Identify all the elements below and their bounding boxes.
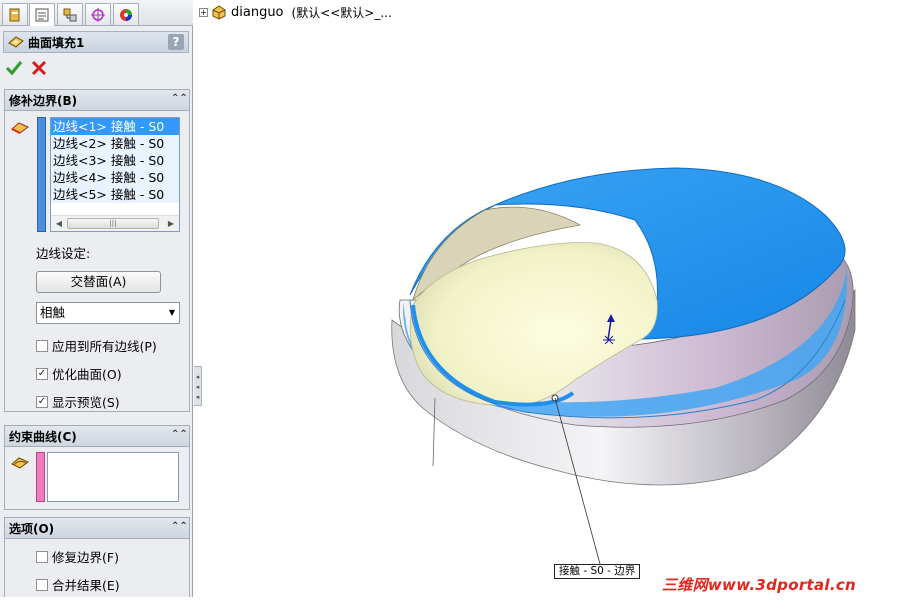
merge-result-label: 合并结果(E) <box>52 578 120 593</box>
fix-boundary-label: 修复边界(F) <box>52 550 119 565</box>
constraint-curves-group: 约束曲线(C) ⌃⌃ <box>4 425 190 510</box>
apply-all-edges-row[interactable]: 应用到所有边线(P) <box>36 336 157 355</box>
help-button[interactable]: ? <box>168 34 184 50</box>
constraint-color-strip <box>36 452 45 502</box>
list-item[interactable]: 边线<1> 接触 - S0 <box>51 118 179 135</box>
dimxpert-tab[interactable] <box>85 3 111 25</box>
apply-all-edges-label: 应用到所有边线(P) <box>52 339 157 354</box>
part-icon <box>212 5 226 20</box>
model-tree-root[interactable]: + dianguo (默认<<默认>_... <box>199 3 392 21</box>
curvature-control-value: 相触 <box>40 305 66 320</box>
fix-boundary-checkbox[interactable] <box>36 550 48 563</box>
optimize-surface-label: 优化曲面(O) <box>52 367 122 382</box>
dropdown-arrow-icon: ▼ <box>168 308 175 317</box>
apply-all-edges-checkbox[interactable] <box>36 339 48 352</box>
configuration-manager-tab[interactable] <box>57 3 83 25</box>
configuration-icon <box>63 8 77 21</box>
feature-manager-tab[interactable] <box>2 3 28 25</box>
edge-selection-icon <box>11 122 29 134</box>
boundary-edge-list[interactable]: 边线<1> 接触 - S0 边线<2> 接触 - S0 边线<3> 接触 - S… <box>50 117 180 232</box>
property-manager-tab[interactable] <box>29 3 55 26</box>
property-sheet-icon <box>35 8 49 22</box>
options-group: 选项(O) ⌃⌃ 修复边界(F) 合并结果(E) <box>4 517 190 597</box>
feature-title-bar: 曲面填充1 ? <box>3 31 189 53</box>
collapse-up-icon[interactable]: ⌃⌃ <box>171 93 188 107</box>
options-title: 选项(O) <box>9 521 55 536</box>
merge-result-checkbox[interactable] <box>36 578 48 591</box>
curve-selection-icon <box>11 457 29 469</box>
collapse-up-icon[interactable]: ⌃⌃ <box>171 429 188 443</box>
list-item[interactable]: 边线<3> 接触 - S0 <box>51 152 179 169</box>
horizontal-scrollbar[interactable]: ◀ ||| ▶ <box>51 215 179 231</box>
scroll-left-icon[interactable]: ◀ <box>52 217 66 231</box>
part-name[interactable]: dianguo <box>231 5 284 20</box>
merge-result-row[interactable]: 合并结果(E) <box>36 575 120 594</box>
list-item[interactable]: 边线<4> 接触 - S0 <box>51 169 179 186</box>
options-header[interactable]: 选项(O) ⌃⌃ <box>5 518 189 539</box>
patch-boundary-group: 修补边界(B) ⌃⌃ 边线<1> 接触 - S0 边线<2> 接触 - S0 边… <box>4 89 190 412</box>
color-wheel-icon <box>120 8 132 21</box>
patch-boundary-header[interactable]: 修补边界(B) ⌃⌃ <box>5 90 189 111</box>
cancel-x-icon[interactable] <box>30 59 48 77</box>
optimize-surface-row[interactable]: ✓ 优化曲面(O) <box>36 364 122 383</box>
list-item[interactable]: 边线<5> 接触 - S0 <box>51 186 179 203</box>
alternate-face-button[interactable]: 交替面(A) <box>36 271 161 293</box>
model-view <box>391 167 856 565</box>
fix-boundary-row[interactable]: 修复边界(F) <box>36 547 119 566</box>
constraint-curve-list[interactable] <box>47 452 179 502</box>
graphics-viewport[interactable]: + dianguo (默认<<默认>_... <box>195 0 908 597</box>
show-preview-row[interactable]: ✓ 显示预览(S) <box>36 392 120 411</box>
watermark-text: 三维网www.3dportal.cn <box>662 576 857 594</box>
configuration-name: (默认<<默认>_... <box>291 5 392 20</box>
contact-callout-label[interactable]: 接触 - S0 - 边界 <box>554 564 641 579</box>
curvature-control-select[interactable]: 相触 ▼ <box>36 302 180 324</box>
manager-tab-bar <box>0 0 193 26</box>
scroll-right-icon[interactable]: ▶ <box>164 217 178 231</box>
feature-title: 曲面填充1 <box>28 35 85 50</box>
crosshair-icon <box>91 7 105 22</box>
ok-check-icon[interactable] <box>5 59 23 77</box>
scroll-thumb[interactable]: ||| <box>67 218 159 229</box>
feature-tree-icon <box>9 8 20 21</box>
property-manager-panel: 曲面填充1 ? 修补边界(B) ⌃⌃ 边线<1> 接触 - S0 边线<2> 接… <box>0 0 193 597</box>
constraint-curves-header[interactable]: 约束曲线(C) ⌃⌃ <box>5 426 189 447</box>
optimize-surface-checkbox[interactable]: ✓ <box>36 367 48 380</box>
contact-color-strip <box>37 117 46 232</box>
list-item[interactable]: 边线<2> 接触 - S0 <box>51 135 179 152</box>
show-preview-label: 显示预览(S) <box>52 395 120 410</box>
edge-setting-label: 边线设定: <box>36 246 91 261</box>
tree-expand-icon[interactable]: + <box>199 7 208 17</box>
show-preview-checkbox[interactable]: ✓ <box>36 395 48 408</box>
patch-boundary-title: 修补边界(B) <box>9 93 78 108</box>
fill-surface-icon <box>8 36 24 48</box>
display-manager-tab[interactable] <box>113 3 139 25</box>
constraint-curves-title: 约束曲线(C) <box>9 429 77 444</box>
collapse-up-icon[interactable]: ⌃⌃ <box>171 521 188 535</box>
